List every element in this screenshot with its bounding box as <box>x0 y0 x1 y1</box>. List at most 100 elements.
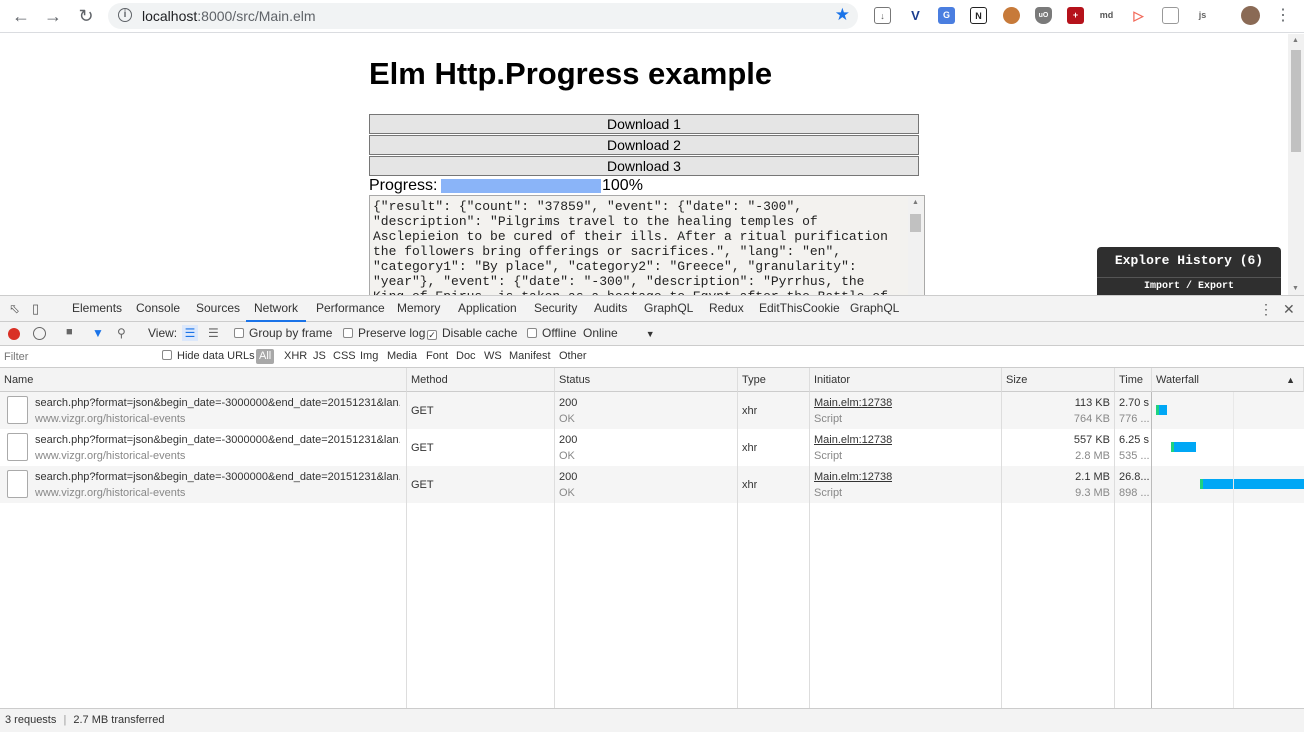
js-icon[interactable]: js <box>1194 7 1211 24</box>
tab-editthiscookie[interactable]: EditThisCookie <box>759 296 840 322</box>
tab-sources[interactable]: Sources <box>196 296 240 322</box>
tab-graphql[interactable]: GraphQL <box>644 296 693 322</box>
tab-security[interactable]: Security <box>534 296 577 322</box>
filter-type-manifest[interactable]: Manifest <box>509 350 551 362</box>
explore-history-panel[interactable]: Explore History (6) Import / Export <box>1097 247 1281 295</box>
request-status: 200 <box>559 434 578 446</box>
download-icon[interactable]: ↓ <box>874 7 891 24</box>
monkey-icon[interactable] <box>1003 7 1020 24</box>
screenshot-icon[interactable]: ■ <box>66 326 73 338</box>
clear-icon[interactable] <box>33 327 46 340</box>
download-2-button[interactable]: Download 2 <box>369 135 919 155</box>
overview-icon[interactable]: ☰ <box>208 326 219 340</box>
v-icon[interactable]: V <box>907 7 924 24</box>
column-time[interactable]: Time <box>1115 368 1152 392</box>
page-scroll-thumb[interactable] <box>1291 50 1301 152</box>
record-icon[interactable] <box>8 328 20 340</box>
large-rows-icon[interactable]: ☰ <box>182 325 198 341</box>
filter-icon[interactable]: ▼ <box>92 326 104 340</box>
hide-data-urls-checkbox[interactable]: Hide data URLs <box>162 350 255 362</box>
filter-type-doc[interactable]: Doc <box>456 350 476 362</box>
filter-type-other[interactable]: Other <box>559 350 587 362</box>
column-name[interactable]: Name <box>0 368 407 392</box>
offline-checkbox[interactable]: Offline <box>527 326 576 340</box>
devtools-panel: ⬁ ▯ Elements Console Sources Network Per… <box>0 295 1304 732</box>
device-toggle-icon[interactable]: ▯ <box>32 301 39 317</box>
filter-type-js[interactable]: JS <box>313 350 326 362</box>
inspect-icon[interactable]: ⬁ <box>9 301 20 317</box>
menu-dots-icon[interactable]: ⋮ <box>1270 4 1296 28</box>
ublock-icon[interactable]: uO <box>1035 7 1052 24</box>
more-options-icon[interactable]: ⋮ <box>1259 301 1273 318</box>
request-resource-size: 2.8 MB <box>1075 450 1110 462</box>
search-icon[interactable]: ⚲ <box>117 326 126 340</box>
filter-type-ws[interactable]: WS <box>484 350 502 362</box>
history-title[interactable]: Explore History (6) <box>1097 253 1281 268</box>
column-method[interactable]: Method <box>407 368 555 392</box>
filter-input[interactable] <box>4 349 149 365</box>
column-status[interactable]: Status <box>555 368 738 392</box>
request-initiator[interactable]: Main.elm:12738 <box>814 397 892 409</box>
throttle-select[interactable]: Online ▼ <box>583 326 655 340</box>
import-export-link[interactable]: Import / Export <box>1097 277 1281 292</box>
column-size[interactable]: Size <box>1002 368 1115 392</box>
n-icon[interactable]: N <box>970 7 987 24</box>
bookmark-star-icon[interactable]: ★ <box>835 5 850 25</box>
tab-performance[interactable]: Performance <box>316 296 385 322</box>
tab-console[interactable]: Console <box>136 296 180 322</box>
arrow-icon[interactable]: ▷ <box>1130 7 1147 24</box>
scroll-up-icon[interactable]: ▲ <box>912 199 919 206</box>
column-type[interactable]: Type <box>738 368 810 392</box>
tab-graphql-2[interactable]: GraphQL <box>850 296 899 322</box>
request-name[interactable]: search.php?format=json&begin_date=-30000… <box>35 397 400 409</box>
address-bar[interactable]: i localhost:8000/src/Main.elm ★ <box>108 3 858 29</box>
request-name[interactable]: search.php?format=json&begin_date=-30000… <box>35 434 400 446</box>
translate-icon[interactable]: G <box>938 7 955 24</box>
filter-type-all[interactable]: All <box>256 349 275 364</box>
preserve-log-checkbox[interactable]: Preserve log <box>343 326 425 340</box>
result-scrollbar[interactable]: ▲ <box>908 197 923 295</box>
scroll-down-icon[interactable]: ▼ <box>1292 285 1299 292</box>
result-textarea[interactable]: {"result": {"count": "37859", "event": {… <box>369 195 925 295</box>
request-count: 3 requests <box>5 714 57 726</box>
forward-icon[interactable]: → <box>40 4 66 28</box>
copy-icon[interactable] <box>1162 7 1179 24</box>
table-row[interactable]: search.php?format=json&begin_date=-30000… <box>0 392 1304 429</box>
back-icon[interactable]: ← <box>8 4 34 28</box>
download-3-button[interactable]: Download 3 <box>369 156 919 176</box>
reload-icon[interactable]: ↻ <box>73 4 99 28</box>
close-icon[interactable]: ✕ <box>1283 301 1295 318</box>
md-icon[interactable]: md <box>1098 7 1115 24</box>
filter-type-css[interactable]: CSS <box>333 350 356 362</box>
shield-icon[interactable]: + <box>1067 7 1084 24</box>
network-request-table: Name Method Status Type Initiator Size T… <box>0 368 1304 708</box>
page-scrollbar[interactable]: ▲ ▼ <box>1288 34 1304 295</box>
table-row[interactable]: search.php?format=json&begin_date=-30000… <box>0 429 1304 466</box>
waterfall-bar[interactable] <box>1203 479 1304 489</box>
filter-type-img[interactable]: Img <box>360 350 378 362</box>
filter-type-media[interactable]: Media <box>387 350 417 362</box>
result-scroll-thumb[interactable] <box>910 214 921 232</box>
avatar[interactable] <box>1241 6 1260 25</box>
filter-type-font[interactable]: Font <box>426 350 448 362</box>
scroll-up-icon[interactable]: ▲ <box>1292 37 1299 44</box>
tab-application[interactable]: Application <box>458 296 517 322</box>
tab-redux[interactable]: Redux <box>709 296 744 322</box>
request-initiator[interactable]: Main.elm:12738 <box>814 471 892 483</box>
request-name[interactable]: search.php?format=json&begin_date=-30000… <box>35 471 400 483</box>
disable-cache-checkbox[interactable]: ✓ Disable cache <box>427 326 517 340</box>
column-initiator[interactable]: Initiator <box>810 368 1002 392</box>
waterfall-bar[interactable] <box>1159 405 1167 415</box>
download-1-button[interactable]: Download 1 <box>369 114 919 134</box>
filter-type-xhr[interactable]: XHR <box>284 350 307 362</box>
request-initiator[interactable]: Main.elm:12738 <box>814 434 892 446</box>
tab-memory[interactable]: Memory <box>397 296 440 322</box>
tab-elements[interactable]: Elements <box>72 296 122 322</box>
waterfall-bar[interactable] <box>1174 442 1196 452</box>
tab-network[interactable]: Network <box>246 296 307 322</box>
table-row[interactable]: search.php?format=json&begin_date=-30000… <box>0 466 1304 503</box>
info-icon[interactable]: i <box>118 8 132 22</box>
tab-audits[interactable]: Audits <box>594 296 627 322</box>
group-by-frame-checkbox[interactable]: Group by frame <box>234 326 332 340</box>
column-waterfall[interactable]: Waterfall ▲ <box>1152 368 1304 392</box>
